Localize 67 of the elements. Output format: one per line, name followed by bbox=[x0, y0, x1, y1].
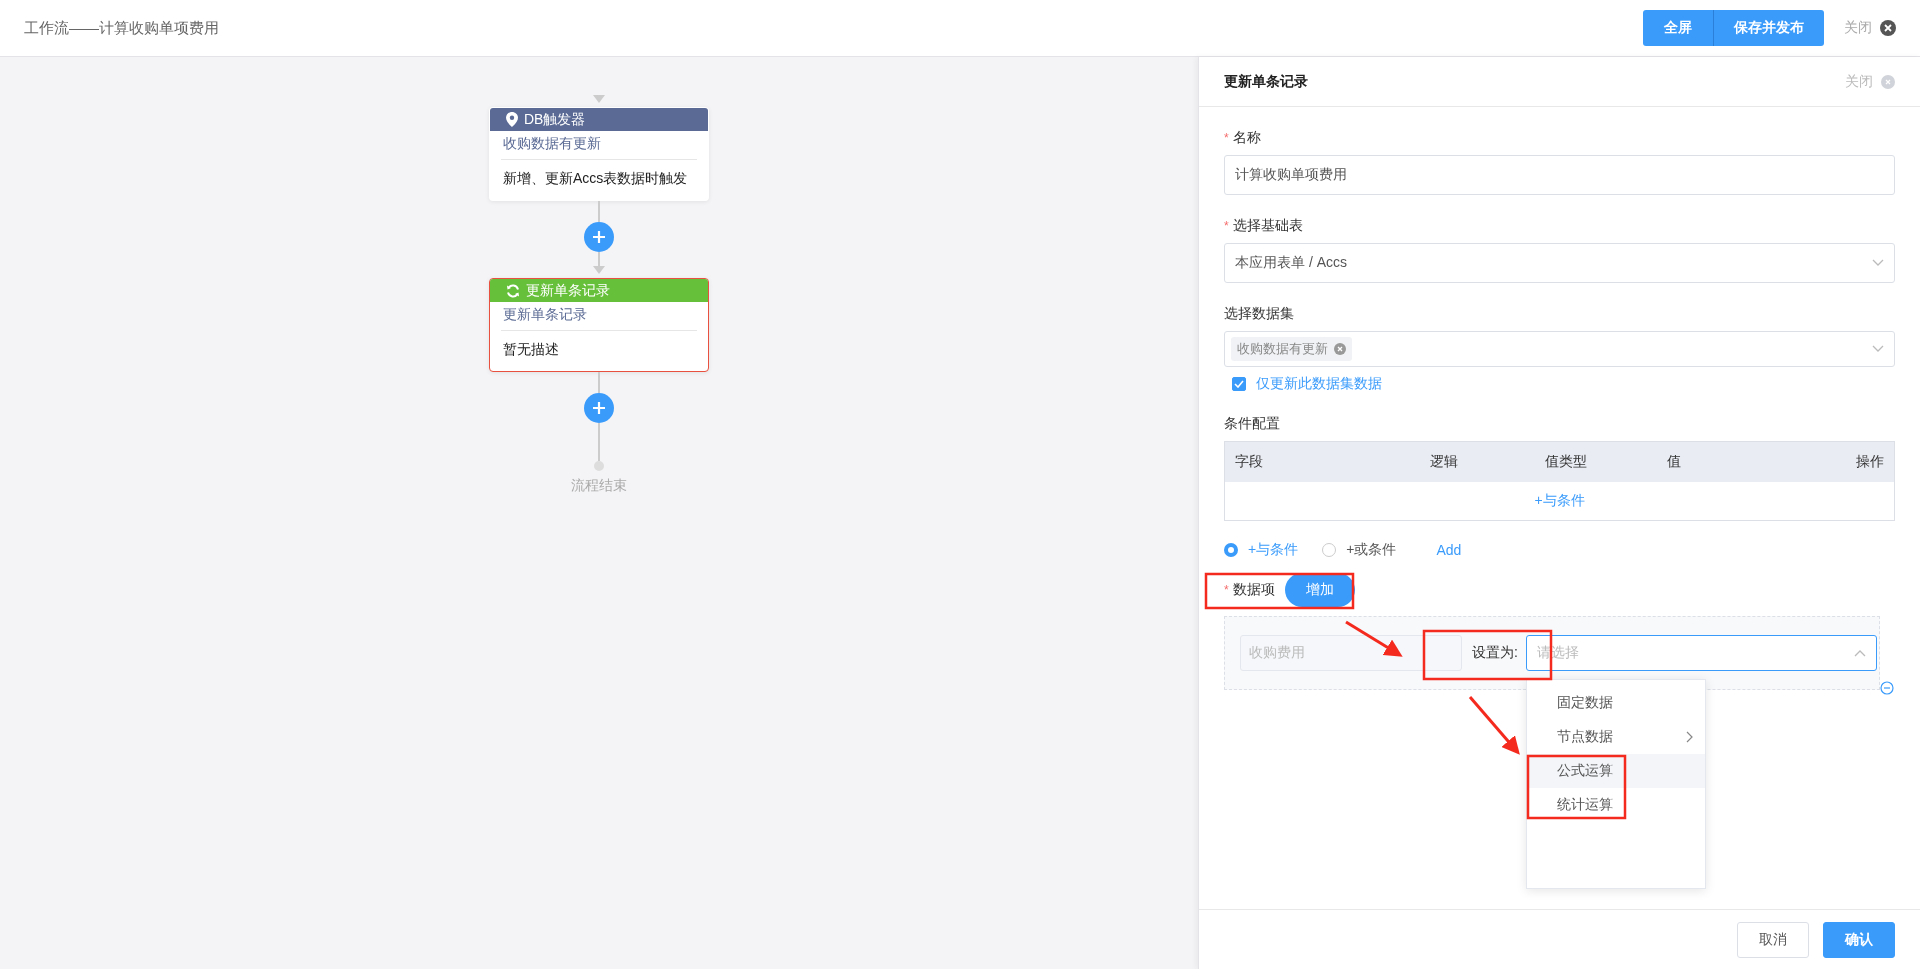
checkbox-label: 仅更新此数据集数据 bbox=[1256, 375, 1382, 393]
plus-icon bbox=[592, 401, 606, 415]
field-label: 选择数据集 bbox=[1224, 305, 1294, 323]
tag-text: 收购数据有更新 bbox=[1237, 340, 1328, 358]
checkbox[interactable] bbox=[1232, 377, 1246, 391]
menu-item[interactable]: 统计运算 bbox=[1526, 788, 1705, 822]
node-name: 更新单条记录 bbox=[501, 302, 697, 331]
required-mark: * bbox=[1224, 219, 1229, 233]
chevron-icon bbox=[1872, 345, 1884, 353]
add-button[interactable]: 增加 bbox=[1284, 573, 1355, 607]
refresh-icon bbox=[506, 283, 520, 298]
name-input[interactable]: 计算收购单项费用 bbox=[1224, 155, 1895, 195]
node-title: 更新单条记录 bbox=[526, 281, 610, 300]
flow-end-label: 流程结束 bbox=[571, 477, 627, 495]
section-label: 条件配置 bbox=[1224, 415, 1280, 433]
save-publish-button[interactable]: 保存并发布 bbox=[1713, 10, 1824, 46]
radio-button[interactable] bbox=[1224, 543, 1238, 557]
column-header: 值类型 bbox=[1545, 453, 1588, 471]
table-select[interactable]: 本应用表单 / Accs bbox=[1224, 243, 1895, 283]
column-header: 字段 bbox=[1235, 453, 1264, 471]
node-name: 收购数据有更新 bbox=[501, 131, 697, 160]
page-title: 工作流——计算收购单项费用 bbox=[24, 18, 220, 38]
chevron-icon bbox=[1872, 259, 1884, 267]
field-label: 名称 bbox=[1232, 129, 1261, 147]
annotation-arrow bbox=[1468, 696, 1520, 755]
menu-item[interactable]: 节点数据 bbox=[1526, 720, 1705, 754]
column-header: 操作 bbox=[1855, 453, 1884, 471]
required-mark: * bbox=[1224, 583, 1229, 597]
close-link[interactable]: 关闭 bbox=[1845, 72, 1873, 91]
menu-item[interactable]: 公式运算 bbox=[1526, 754, 1705, 788]
annotation-arrow bbox=[1345, 620, 1403, 657]
column-header: 值 bbox=[1667, 453, 1682, 471]
cancel-button[interactable]: 取消 bbox=[1737, 921, 1809, 958]
remove-icon[interactable] bbox=[1880, 681, 1894, 695]
dataset-select[interactable]: 收购数据有更新 bbox=[1224, 331, 1895, 367]
confirm-button[interactable]: 确认 bbox=[1823, 921, 1895, 958]
add-node-button[interactable] bbox=[584, 222, 614, 252]
node-description: 暂无描述 bbox=[502, 340, 560, 359]
field-label: 数据项 bbox=[1232, 581, 1275, 599]
field-label: 选择基础表 bbox=[1232, 217, 1303, 235]
close-link[interactable]: 关闭 bbox=[1844, 19, 1872, 37]
chevron-icon bbox=[1854, 649, 1866, 657]
radio-label: +或条件 bbox=[1346, 541, 1397, 559]
node-description: 新增、更新Accs表数据时触发 bbox=[502, 169, 689, 188]
radio-label: +与条件 bbox=[1248, 541, 1299, 559]
required-mark: * bbox=[1224, 131, 1229, 145]
node-title: DB触发器 bbox=[524, 110, 586, 129]
add-node-button[interactable] bbox=[584, 393, 614, 423]
value-select[interactable]: 请选择 bbox=[1525, 635, 1877, 671]
flow-node[interactable]: DB触发器 收购数据有更新 新增、更新Accs表数据时触发 bbox=[489, 107, 709, 201]
fullscreen-button[interactable]: 全屏 bbox=[1643, 10, 1713, 46]
menu-item[interactable]: 固定数据 bbox=[1526, 686, 1705, 720]
select-value: 本应用表单 / Accs bbox=[1235, 254, 1348, 272]
plus-icon bbox=[592, 230, 606, 244]
location-pin-icon bbox=[506, 112, 518, 127]
radio-button[interactable] bbox=[1322, 543, 1337, 557]
remove-tag-icon[interactable] bbox=[1334, 343, 1346, 355]
add-link[interactable]: Add bbox=[1436, 542, 1462, 558]
arrow-head-icon bbox=[593, 95, 605, 103]
chevron-right-icon bbox=[1685, 731, 1693, 743]
close-icon[interactable] bbox=[1880, 20, 1896, 36]
end-dot bbox=[594, 461, 604, 471]
add-and-condition-link[interactable]: +与条件 bbox=[1534, 492, 1585, 510]
set-as-label: 设置为: bbox=[1472, 644, 1518, 662]
column-header: 逻辑 bbox=[1430, 453, 1459, 471]
panel-title: 更新单条记录 bbox=[1224, 72, 1309, 91]
flow-node[interactable]: 更新单条记录 更新单条记录 暂无描述 bbox=[489, 278, 709, 372]
